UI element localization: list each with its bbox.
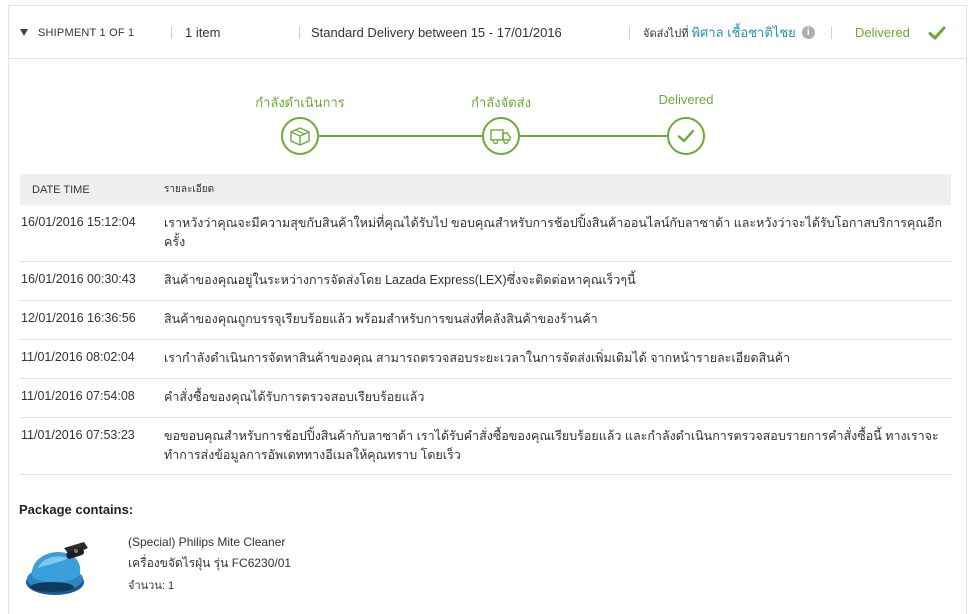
step-shipping: [482, 117, 520, 155]
delivery-window: Standard Delivery between 15 - 17/01/201…: [311, 25, 562, 40]
divider: [299, 27, 300, 39]
divider: [171, 27, 172, 39]
table-header: DATE TIME รายละเอียด: [20, 174, 951, 205]
package-contains-title: Package contains:: [19, 502, 134, 517]
row-datetime: 16/01/2016 15:12:04: [21, 215, 136, 229]
table-row: 11/01/2016 07:54:08 คำสั่งซื้อของคุณได้ร…: [20, 379, 951, 418]
row-datetime: 16/01/2016 00:30:43: [21, 272, 136, 286]
product-quantity: จำนวน: 1: [128, 580, 175, 592]
progress-line: [319, 135, 483, 137]
product-description: เครื่องขจัดไรฝุ่น รุ่น FC6230/01: [128, 556, 292, 570]
divider: [629, 27, 630, 39]
step-delivered: [667, 117, 705, 155]
table-row: 16/01/2016 00:30:43 สินค้าของคุณอยู่ในระ…: [20, 262, 951, 301]
divider: [831, 27, 832, 39]
shipment-progress: กำลังดำเนินการ กำลังจัดส่ง Delivered: [9, 61, 966, 171]
table-row: 16/01/2016 15:12:04 เราหวังว่าคุณจะมีควา…: [20, 205, 951, 262]
ship-to: จัดส่งไปที่ พิศาล เชื้อชาติไชย i: [643, 6, 815, 59]
tracking-table: DATE TIME รายละเอียด 16/01/2016 15:12:04…: [20, 174, 951, 475]
product-name[interactable]: (Special) Philips Mite Cleaner: [128, 535, 285, 549]
table-row: 11/01/2016 08:02:04 เรากำลังดำเนินการจัด…: [20, 340, 951, 379]
box-icon: [290, 127, 310, 146]
step-label-processing: กำลังดำเนินการ: [255, 95, 345, 110]
table-row: 11/01/2016 07:53:23 ขอขอบคุณสำหรับการช้อ…: [20, 418, 951, 475]
column-header-datetime: DATE TIME: [32, 183, 90, 196]
row-detail: เรากำลังดำเนินการจัดหาสินค้าของคุณ สามาร…: [164, 351, 791, 365]
row-detail: เราหวังว่าคุณจะมีความสุขกับสินค้าใหม่ที่…: [164, 216, 943, 249]
table-row: 12/01/2016 16:36:56 สินค้าของคุณถูกบรรจุ…: [20, 301, 951, 340]
row-datetime: 11/01/2016 08:02:04: [21, 350, 135, 364]
info-icon[interactable]: i: [801, 26, 815, 39]
recipient-name[interactable]: พิศาล เชื้อชาติไชย: [691, 22, 795, 43]
progress-line: [519, 135, 667, 137]
row-datetime: 11/01/2016 07:54:08: [21, 389, 135, 403]
shipment-panel: SHIPMENT 1 OF 1 1 item Standard Delivery…: [8, 5, 967, 614]
step-label-shipping: กำลังจัดส่ง: [471, 95, 531, 110]
items-count: 1 item: [185, 25, 221, 40]
collapse-triangle-icon[interactable]: [20, 29, 28, 36]
step-processing: [281, 117, 319, 155]
row-detail: ขอขอบคุณสำหรับการช้อปปิ้งสินค้ากับลาซาด้…: [164, 429, 939, 462]
shipment-label[interactable]: SHIPMENT 1 OF 1: [38, 6, 134, 59]
product-image[interactable]: [22, 538, 92, 598]
check-icon: [677, 129, 695, 143]
row-datetime: 11/01/2016 07:53:23: [21, 428, 135, 442]
truck-icon: [490, 129, 511, 145]
column-header-detail: รายละเอียด: [164, 184, 215, 195]
row-detail: สินค้าของคุณอยู่ในระหว่างการจัดส่งโดย La…: [164, 273, 636, 287]
shipment-header: SHIPMENT 1 OF 1 1 item Standard Delivery…: [9, 6, 966, 59]
row-detail: คำสั่งซื้อของคุณได้รับการตรวจสอบเรียบร้อ…: [164, 390, 425, 404]
step-label-delivered: Delivered: [658, 92, 714, 107]
row-datetime: 12/01/2016 16:36:56: [21, 311, 136, 325]
row-detail: สินค้าของคุณถูกบรรจุเรียบร้อยแล้ว พร้อมส…: [164, 312, 598, 326]
check-icon: [928, 26, 946, 40]
delivery-status: Delivered: [855, 25, 910, 40]
ship-to-label: จัดส่งไปที่: [643, 27, 689, 40]
